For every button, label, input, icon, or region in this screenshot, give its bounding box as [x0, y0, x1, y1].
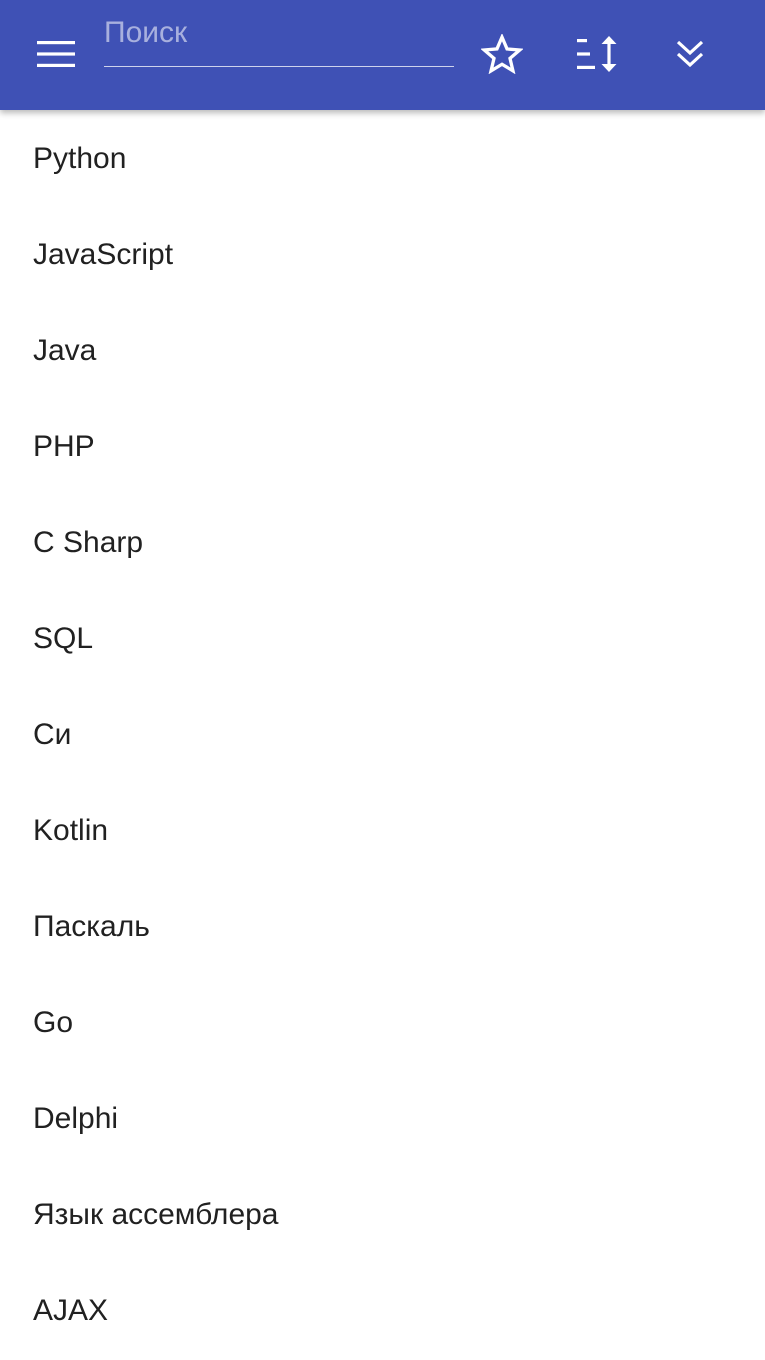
- sort-button[interactable]: [566, 22, 630, 86]
- list-item[interactable]: PHP: [0, 398, 765, 494]
- list-item[interactable]: Kotlin: [0, 782, 765, 878]
- star-outline-icon: [481, 34, 523, 74]
- list-item[interactable]: Python: [0, 110, 765, 206]
- search-field: [104, 10, 454, 67]
- list-item[interactable]: JavaScript: [0, 206, 765, 302]
- list-item[interactable]: AJAX: [0, 1262, 765, 1358]
- list-item[interactable]: Delphi: [0, 1070, 765, 1166]
- list-item[interactable]: SQL: [0, 590, 765, 686]
- menu-icon: [37, 41, 75, 67]
- language-list: Python JavaScript Java PHP C Sharp SQL С…: [0, 110, 765, 1358]
- list-item[interactable]: Язык ассемблера: [0, 1166, 765, 1262]
- app-root: Python JavaScript Java PHP C Sharp SQL С…: [0, 0, 765, 1360]
- sort-icon: [577, 36, 617, 72]
- list-item[interactable]: Java: [0, 302, 765, 398]
- double-chevron-down-icon: [676, 40, 704, 68]
- list-item[interactable]: Паскаль: [0, 878, 765, 974]
- list-item[interactable]: Си: [0, 686, 765, 782]
- expand-all-button[interactable]: [658, 22, 722, 86]
- list-item[interactable]: Go: [0, 974, 765, 1070]
- favorites-button[interactable]: [470, 22, 534, 86]
- list-item[interactable]: C Sharp: [0, 494, 765, 590]
- menu-button[interactable]: [24, 22, 88, 86]
- search-input[interactable]: [104, 10, 454, 56]
- top-app-bar: [0, 0, 765, 110]
